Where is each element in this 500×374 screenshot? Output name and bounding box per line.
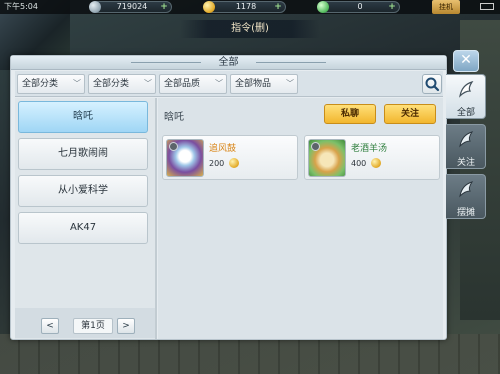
gold-amount: 1178	[235, 2, 257, 11]
battery-icon	[480, 3, 494, 10]
quest-banner[interactable]: 指令(删)	[180, 20, 320, 38]
stall-market-panel: 全部 全部分类 ﹀ 全部分类 ﹀ 全部品质 ﹀ 全部物品 ﹀ 晗吒 七月歌闹闹	[10, 55, 447, 340]
status-bar: 下午5:04 719024 + 1178 + 0 + 挂机	[0, 0, 500, 14]
filter-label: 全部物品	[235, 79, 272, 89]
game-scene-floor	[0, 334, 500, 374]
jade-icon	[317, 1, 329, 13]
tab-label: 关注	[456, 158, 475, 168]
war-drum-item-icon	[166, 139, 204, 177]
add-silver-icon[interactable]: +	[160, 3, 168, 12]
mutton-soup-item-icon	[308, 139, 346, 177]
seller-list: 晗吒 七月歌闹闹 从小爱科学 AK47	[15, 98, 155, 339]
filter-quality-dropdown[interactable]: 全部品质 ﹀	[159, 74, 227, 94]
feather-fan-icon	[459, 131, 474, 148]
add-gold-icon[interactable]: +	[274, 3, 282, 12]
chevron-down-icon: ﹀	[215, 79, 223, 88]
tab-label: 摆摊	[456, 208, 475, 218]
filter-label: 全部分类	[93, 79, 130, 89]
preview-eye-icon	[169, 142, 178, 151]
silver-coin-icon	[89, 1, 101, 13]
preview-eye-icon	[311, 142, 320, 151]
private-chat-button[interactable]: 私聊	[324, 104, 376, 124]
filter-label: 全部分类	[22, 79, 59, 89]
seller-name: 晗吒	[164, 112, 184, 123]
side-tabs: 全部 关注 摆摊	[446, 74, 486, 224]
seller-list-item[interactable]: AK47	[18, 212, 148, 244]
tab-stall[interactable]: 摆摊	[446, 174, 486, 219]
seller-list-item[interactable]: 七月歌闹闹	[18, 138, 148, 170]
follow-button[interactable]: 关注	[384, 104, 436, 124]
add-jade-icon[interactable]: +	[388, 3, 396, 12]
seller-list-item[interactable]: 从小爱科学	[18, 175, 148, 207]
gold-coin-icon	[203, 1, 215, 13]
item-name: 老酒羊汤	[351, 144, 388, 154]
item-card[interactable]: 老酒羊汤 400	[304, 135, 440, 180]
jade-currency: 0 +	[317, 1, 400, 13]
feather-fan-icon	[459, 181, 474, 198]
tab-follow[interactable]: 关注	[446, 124, 486, 169]
page-indicator: 第1页	[73, 318, 113, 334]
silver-currency: 719024 +	[89, 1, 172, 13]
list-divider	[155, 98, 157, 339]
header-ornament-left	[131, 62, 201, 63]
item-name: 追风鼓	[209, 144, 237, 154]
panel-header: 全部	[11, 56, 446, 70]
seller-list-item[interactable]: 晗吒	[18, 101, 148, 133]
chevron-down-icon: ﹀	[286, 79, 294, 88]
chevron-down-icon: ﹀	[144, 79, 152, 88]
next-page-button[interactable]: >	[117, 318, 135, 334]
filter-category-dropdown[interactable]: 全部分类 ﹀	[17, 74, 85, 94]
filter-bar: 全部分类 ﹀ 全部分类 ﹀ 全部品质 ﹀ 全部物品 ﹀	[15, 71, 443, 97]
header-ornament-right	[256, 62, 326, 63]
gold-coin-icon	[229, 158, 239, 168]
feather-fan-icon	[459, 80, 474, 98]
item-card[interactable]: 追风鼓 200	[162, 135, 298, 180]
search-icon	[425, 77, 440, 92]
auto-mode-button[interactable]: 挂机	[432, 0, 460, 14]
tab-all[interactable]: 全部	[446, 74, 486, 119]
gold-coin-icon	[371, 158, 381, 168]
chevron-down-icon: ﹀	[73, 79, 81, 88]
search-button[interactable]	[422, 74, 442, 94]
filter-label: 全部品质	[164, 79, 201, 89]
gold-currency: 1178 +	[203, 1, 286, 13]
clock-time: 下午5:04	[4, 2, 38, 11]
item-price: 400	[351, 159, 367, 168]
close-button[interactable]: ✕	[453, 50, 479, 72]
filter-subcategory-dropdown[interactable]: 全部分类 ﹀	[88, 74, 156, 94]
prev-page-button[interactable]: <	[41, 318, 59, 334]
silver-amount: 719024	[116, 2, 148, 11]
panel-title: 全部	[218, 57, 239, 68]
tab-label: 全部	[456, 108, 475, 118]
item-price: 200	[209, 159, 225, 168]
jade-amount: 0	[357, 2, 363, 11]
stall-content: 晗吒 私聊 关注 追风鼓 200 老酒羊汤 400	[158, 98, 443, 339]
filter-item-dropdown[interactable]: 全部物品 ﹀	[230, 74, 298, 94]
